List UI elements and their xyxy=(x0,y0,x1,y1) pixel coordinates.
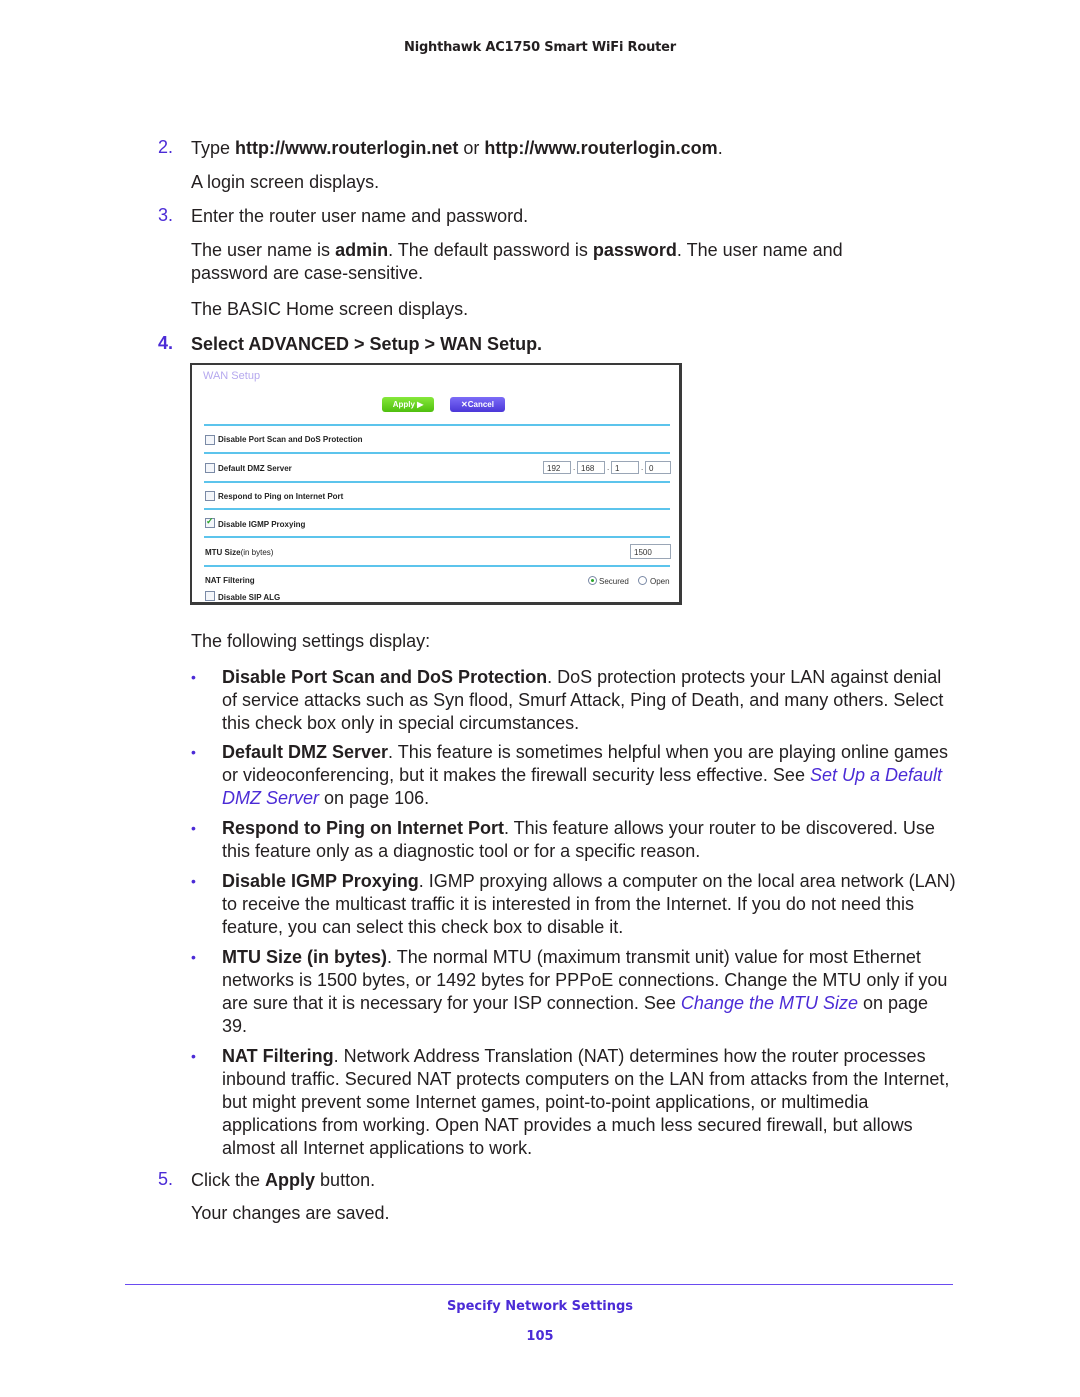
bullet-title: Disable IGMP Proxying xyxy=(222,871,419,891)
step-3-text: Enter the router user name and password. xyxy=(191,206,529,226)
cred-pre: The user name is xyxy=(191,240,336,260)
step-number: 5. xyxy=(158,1169,174,1189)
dmz-ip-octet-4[interactable]: 0 xyxy=(645,461,671,474)
ip-dot: . xyxy=(573,463,576,472)
default-password: password xyxy=(592,240,677,260)
mtu-label-unit: (in bytes) xyxy=(240,548,274,557)
default-dmz-label: Default DMZ Server xyxy=(218,464,292,473)
bullet-text-after: on page 106. xyxy=(319,788,430,808)
bullet-title: NAT Filtering xyxy=(222,1046,334,1066)
step-2-pre: Type xyxy=(191,138,236,158)
disable-sip-alg-label: Disable SIP ALG xyxy=(218,593,281,602)
nat-secured-label: Secured xyxy=(599,577,629,586)
ip-dot: . xyxy=(607,463,610,472)
link-change-mtu-size[interactable]: Change the MTU Size xyxy=(681,993,858,1013)
bullet-icon: • xyxy=(191,744,196,760)
default-username: admin xyxy=(335,240,389,260)
step-number: 4. xyxy=(158,333,174,353)
disable-sip-alg-checkbox[interactable] xyxy=(205,591,215,601)
page-number: 105 xyxy=(526,1329,554,1344)
running-header: Nighthawk AC1750 Smart WiFi Router xyxy=(404,40,676,55)
divider xyxy=(204,508,670,510)
nat-open-label: Open xyxy=(650,577,670,586)
step-4-text: Select ADVANCED > Setup > WAN Setup. xyxy=(191,334,543,354)
step-2-note: A login screen displays. xyxy=(191,172,380,192)
mtu-size-input[interactable]: 1500 xyxy=(630,544,671,559)
footer-divider xyxy=(125,1284,953,1285)
dmz-ip-octet-1[interactable]: 192 xyxy=(543,461,571,474)
respond-ping-label: Respond to Ping on Internet Port xyxy=(218,492,344,501)
url-routerlogin-com: http://www.routerlogin.com xyxy=(484,138,718,158)
nat-open-radio[interactable] xyxy=(638,576,647,585)
following-settings-text: The following settings display: xyxy=(191,631,431,651)
bullet-icon: • xyxy=(191,949,196,965)
panel-title: WAN Setup xyxy=(203,370,261,382)
step-number: 3. xyxy=(158,205,174,225)
mtu-label-bold: MTU Size xyxy=(205,548,241,557)
apply-button[interactable]: Apply ▶ xyxy=(382,397,434,412)
step-3-credentials: The user name is admin. The default pass… xyxy=(191,239,911,285)
disable-port-scan-label: Disable Port Scan and DoS Protection xyxy=(218,435,363,444)
divider xyxy=(204,536,670,538)
bullet-igmp: Disable IGMP Proxying. IGMP proxying all… xyxy=(222,870,957,939)
step-2-mid: or xyxy=(458,138,485,158)
ip-dot: . xyxy=(641,463,644,472)
bullet-dmz: Default DMZ Server. This feature is some… xyxy=(222,741,957,810)
bullet-icon: • xyxy=(191,1048,196,1064)
bullet-title: Default DMZ Server xyxy=(222,742,389,762)
step-5-post: button. xyxy=(315,1170,376,1190)
dmz-ip-octet-2[interactable]: 168 xyxy=(577,461,605,474)
bullet-title: MTU Size (in bytes) xyxy=(222,947,388,967)
bullet-title: Respond to Ping on Internet Port xyxy=(222,818,504,838)
respond-ping-checkbox[interactable] xyxy=(205,491,215,501)
footer-section-title: Specify Network Settings xyxy=(446,1299,634,1314)
step-2-text: Type http://www.routerlogin.net or http:… xyxy=(191,137,961,160)
divider xyxy=(204,424,670,426)
bullet-nat: NAT Filtering. Network Address Translati… xyxy=(222,1045,957,1160)
divider xyxy=(204,565,670,567)
step-5-apply: Apply xyxy=(265,1170,316,1190)
cancel-button[interactable]: ✕Cancel xyxy=(450,397,505,412)
step-2-post: . xyxy=(717,138,723,158)
step-5-note: Your changes are saved. xyxy=(191,1203,390,1223)
cred-mid: . The default password is xyxy=(388,240,593,260)
divider xyxy=(204,481,670,483)
disable-igmp-label: Disable IGMP Proxying xyxy=(218,520,306,529)
bullet-title: Disable Port Scan and DoS Protection xyxy=(222,667,548,687)
url-routerlogin-net: http://www.routerlogin.net xyxy=(235,138,459,158)
bullet-ping: Respond to Ping on Internet Port. This f… xyxy=(222,817,957,863)
bullet-mtu: MTU Size (in bytes). The normal MTU (max… xyxy=(222,946,957,1038)
step-number: 2. xyxy=(158,137,174,157)
wan-setup-screenshot: WAN Setup Apply ▶ ✕Cancel Disable Port S… xyxy=(190,363,682,605)
divider xyxy=(204,452,670,454)
dmz-ip-octet-3[interactable]: 1 xyxy=(611,461,639,474)
disable-igmp-checkbox[interactable] xyxy=(205,516,215,528)
disable-port-scan-checkbox[interactable] xyxy=(205,435,215,445)
default-dmz-checkbox[interactable] xyxy=(205,463,215,473)
nat-secured-radio[interactable] xyxy=(588,576,597,585)
step-5-pre: Click the xyxy=(191,1170,266,1190)
mtu-label: MTU Size(in bytes) xyxy=(205,548,273,557)
step-5-text: Click the Apply button. xyxy=(191,1169,961,1192)
bullet-icon: • xyxy=(191,669,196,685)
nat-filtering-label: NAT Filtering xyxy=(205,576,255,585)
bullet-port-scan: Disable Port Scan and DoS Protection. Do… xyxy=(222,666,957,735)
step-3-note: The BASIC Home screen displays. xyxy=(191,299,469,319)
bullet-icon: • xyxy=(191,873,196,889)
bullet-icon: • xyxy=(191,820,196,836)
